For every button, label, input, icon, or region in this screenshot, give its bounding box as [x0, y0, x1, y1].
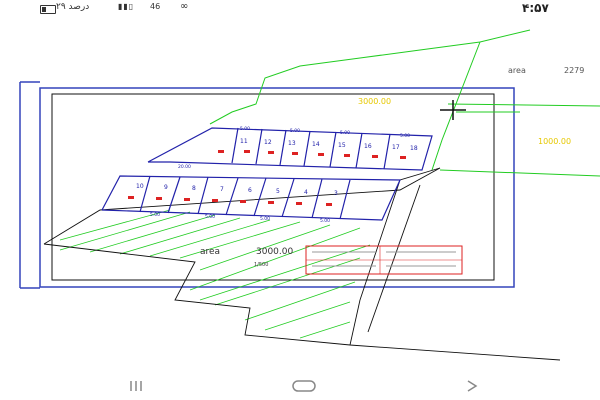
cad-drawing-viewer[interactable]: 11 12 13 14 15 16 17 18 10 9 8 7 6 5 4 3…	[0, 18, 600, 370]
signal-icon: ▮▮▯	[118, 2, 135, 11]
status-time: ۴:۵۷	[522, 1, 549, 15]
lot-number: 14	[312, 141, 320, 148]
area-value-right: 2279	[564, 66, 584, 75]
home-button[interactable]	[284, 376, 324, 396]
lot-number: 12	[264, 139, 272, 146]
navigation-bar	[0, 370, 600, 400]
svg-text:5.00: 5.00	[340, 130, 350, 136]
back-icon	[467, 380, 478, 392]
home-icon	[292, 380, 316, 392]
lot-numbers-top: 11 12 13 14 15 16 17 18	[240, 138, 418, 152]
lot-number: 18	[410, 145, 418, 152]
lot-number: 11	[240, 138, 248, 145]
lot-number: 15	[338, 142, 346, 149]
svg-text:5.00: 5.00	[240, 126, 250, 132]
svg-text:1000.00: 1000.00	[538, 137, 571, 146]
link-icon: ∞	[180, 1, 189, 12]
lot-number: 4	[304, 189, 308, 196]
lot-numbers-bottom: 10 9 8 7 6 5 4 3	[136, 183, 338, 197]
svg-text:5.00: 5.00	[290, 128, 300, 134]
svg-text:5.00: 5.00	[260, 216, 270, 222]
lot-number: 9	[164, 184, 168, 191]
lot-number: 8	[192, 185, 196, 192]
recents-button[interactable]	[116, 376, 156, 396]
lot-number: 6	[248, 187, 252, 194]
battery-text: ۲۹ درصد	[56, 2, 90, 12]
svg-text:20.00: 20.00	[178, 164, 191, 170]
area-label-right: area	[508, 66, 526, 75]
drawing-frame	[19, 81, 515, 289]
area-label-center: area	[200, 247, 220, 257]
lot-number: 16	[364, 143, 372, 150]
svg-text:5.00: 5.00	[400, 133, 410, 139]
lot-block-top	[147, 127, 433, 171]
battery-icon	[40, 5, 56, 14]
lot-number: 17	[392, 144, 400, 151]
back-button[interactable]	[452, 376, 492, 396]
recents-icon	[130, 381, 142, 391]
svg-text:5.00: 5.00	[320, 218, 330, 224]
area-value-center: 3000.00	[256, 247, 293, 257]
crosshair-icon	[440, 100, 466, 120]
svg-text:5.00: 5.00	[150, 212, 160, 218]
svg-text:5.00: 5.00	[205, 214, 215, 220]
title-block	[305, 245, 463, 275]
svg-text:3000.00: 3000.00	[358, 97, 391, 106]
green-boundary	[209, 29, 600, 177]
lot-number: 13	[288, 140, 296, 147]
lot-block-bottom	[101, 175, 401, 221]
lot-number: 5	[276, 188, 280, 195]
lot-number: 3	[334, 190, 338, 197]
network-type-text: 46	[150, 2, 161, 11]
lot-number: 7	[220, 186, 224, 193]
parcel-outline	[43, 167, 561, 361]
scale-text: 1/500	[254, 262, 268, 268]
lot-number: 10	[136, 183, 144, 190]
status-bar: ۲۹ درصد ▮▮▯ 46 ∞ ۴:۵۷	[0, 0, 600, 18]
